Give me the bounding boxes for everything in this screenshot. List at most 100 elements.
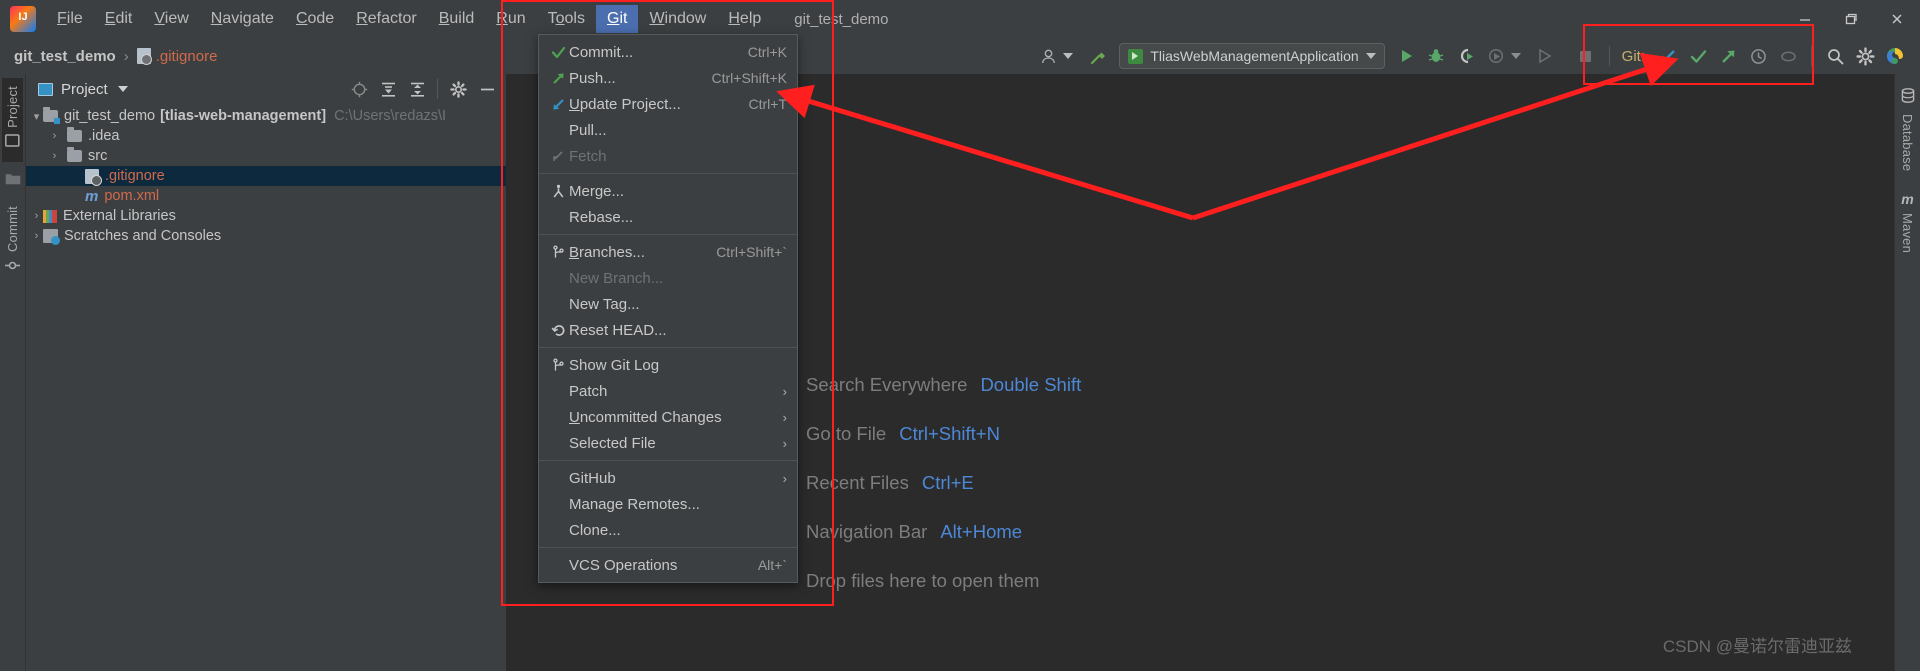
profiler-chevron-down-icon[interactable]: [1510, 53, 1521, 59]
chevron-right-icon[interactable]: ›: [48, 130, 61, 142]
tree-row-idea[interactable]: › .idea: [26, 126, 506, 146]
restore-button[interactable]: [1828, 0, 1874, 38]
git-menu-item-github[interactable]: GitHub ›: [539, 465, 797, 491]
git-menu-item-update-project[interactable]: Update Project... Ctrl+T: [539, 91, 797, 117]
tree-row-external-libraries[interactable]: › External Libraries: [26, 206, 506, 226]
tree-row-scratches-and-consoles[interactable]: › Scratches and Consoles: [26, 226, 506, 246]
tree-row-git-test-demo[interactable]: ▾ git_test_demo [tlias-web-management] C…: [26, 106, 506, 126]
green-up-arrow-icon: [547, 71, 569, 86]
menu-run[interactable]: Run: [485, 5, 536, 33]
hint-navigation-bar: Navigation Bar Alt+Home: [806, 507, 1081, 556]
git-menu-item-merge[interactable]: Merge...: [539, 178, 797, 204]
push-icon[interactable]: [1713, 41, 1743, 71]
avatar-chevron-down-icon[interactable]: [1063, 53, 1074, 59]
theme-icon[interactable]: [1880, 41, 1910, 71]
run-configuration-selector[interactable]: TliasWebManagementApplication: [1119, 43, 1385, 69]
run-coverage-icon[interactable]: [1451, 41, 1481, 71]
hint-drop-files: Drop files here to open them: [806, 556, 1081, 605]
tree-label: Scratches and Consoles: [64, 228, 222, 244]
chevron-right-icon[interactable]: ›: [48, 150, 61, 162]
chevron-right-icon[interactable]: ›: [30, 230, 43, 242]
git-menu-label: Pull...: [569, 121, 607, 139]
branch-icon[interactable]: [1773, 41, 1803, 71]
git-menu-separator: [539, 347, 797, 348]
update-project-icon[interactable]: [1653, 41, 1683, 71]
collapse-all-icon[interactable]: [404, 77, 430, 101]
chevron-right-icon[interactable]: ›: [30, 210, 43, 222]
close-button[interactable]: [1874, 0, 1920, 38]
reset-icon: [547, 323, 569, 338]
chevron-right-icon: ›: [782, 435, 787, 451]
gear-icon[interactable]: [445, 77, 471, 101]
git-menu-item-show-git-log[interactable]: Show Git Log: [539, 352, 797, 378]
intellij-idea-window: File Edit View Navigate Code Refactor Bu…: [0, 0, 1920, 671]
blue-down-arrow-icon: [547, 97, 569, 112]
git-menu-item-clone[interactable]: Clone...: [539, 517, 797, 543]
git-menu-item-pull[interactable]: Pull...: [539, 117, 797, 143]
git-menu-item-rebase[interactable]: Rebase...: [539, 204, 797, 230]
git-menu-item-manage-remotes[interactable]: Manage Remotes...: [539, 491, 797, 517]
tree-label: src: [88, 148, 108, 164]
menu-file[interactable]: File: [46, 5, 94, 33]
git-menu-item-reset-head[interactable]: Reset HEAD...: [539, 317, 797, 343]
intellij-idea-logo-icon: [10, 6, 36, 32]
tree-row-pom-xml[interactable]: m pom.xml: [26, 186, 506, 206]
debug-icon[interactable]: [1421, 41, 1451, 71]
minimize-button[interactable]: [1782, 0, 1828, 38]
git-menu-label: Branches...: [569, 243, 645, 261]
tree-row-src[interactable]: › src: [26, 146, 506, 166]
menu-help[interactable]: Help: [717, 5, 772, 33]
profiler-icon[interactable]: [1481, 41, 1511, 71]
locate-icon[interactable]: [346, 77, 372, 101]
git-menu-label: Manage Remotes...: [569, 495, 700, 513]
git-menu-item-new-tag[interactable]: New Tag...: [539, 291, 797, 317]
git-menu-label: Uncommitted Changes: [569, 408, 722, 426]
git-menu-item-selected-file[interactable]: Selected File ›: [539, 430, 797, 456]
menu-build[interactable]: Build: [428, 5, 486, 33]
sidebar-item-database[interactable]: Database: [1900, 88, 1915, 171]
git-menu-item-push[interactable]: Push... Ctrl+Shift+K: [539, 65, 797, 91]
menu-view[interactable]: View: [143, 5, 199, 33]
git-menu-shortcut: Ctrl+K: [747, 44, 787, 60]
menu-window[interactable]: Window: [638, 5, 717, 33]
hint-go-to-file: Go to File Ctrl+Shift+N: [806, 409, 1081, 458]
commit-icon: [5, 258, 20, 278]
git-menu-separator: [539, 460, 797, 461]
git-menu-item-branches[interactable]: Branches... Ctrl+Shift+`: [539, 239, 797, 265]
git-menu-item-patch[interactable]: Patch ›: [539, 378, 797, 404]
git-toolbar-label: Git:: [1621, 47, 1645, 65]
git-menu-item-uncommitted-changes[interactable]: Uncommitted Changes ›: [539, 404, 797, 430]
run-icon[interactable]: [1391, 41, 1421, 71]
tree-module-name: [tlias-web-management]: [160, 108, 327, 124]
hammer-build-icon[interactable]: [1083, 41, 1113, 71]
breadcrumb-file[interactable]: .gitignore: [156, 48, 218, 65]
chevron-down-icon: [1365, 53, 1376, 59]
sidebar-item-project[interactable]: Project: [2, 78, 23, 162]
tree-row-gitignore[interactable]: .gitignore: [26, 166, 506, 186]
run-selected-icon[interactable]: [1529, 41, 1559, 71]
expand-all-icon[interactable]: [375, 77, 401, 101]
stop-icon[interactable]: [1571, 41, 1601, 71]
sidebar-item-commit[interactable]: Commit: [2, 196, 23, 288]
menu-refactor[interactable]: Refactor: [345, 5, 427, 33]
menu-git[interactable]: Git: [595, 5, 639, 33]
menu-code[interactable]: Code: [285, 5, 345, 33]
history-icon[interactable]: [1743, 41, 1773, 71]
commit-icon[interactable]: [1683, 41, 1713, 71]
hide-panel-icon[interactable]: [474, 77, 500, 101]
breadcrumb-project[interactable]: git_test_demo: [14, 48, 116, 65]
chevron-down-icon[interactable]: ▾: [30, 110, 43, 123]
gear-icon[interactable]: [1850, 41, 1880, 71]
sidebar-item-folder[interactable]: [5, 164, 21, 194]
menu-navigate[interactable]: Navigate: [200, 5, 285, 33]
project-view-chevron-down-icon[interactable]: [117, 86, 128, 92]
branch-icon: [547, 357, 569, 373]
menu-edit[interactable]: Edit: [94, 5, 144, 33]
user-avatar-icon[interactable]: [1033, 41, 1063, 71]
git-menu-item-vcs-operations[interactable]: VCS Operations Alt+`: [539, 552, 797, 578]
search-icon[interactable]: [1820, 41, 1850, 71]
git-menu-item-commit[interactable]: Commit... Ctrl+K: [539, 39, 797, 65]
sidebar-item-maven[interactable]: m Maven: [1900, 191, 1915, 253]
tree-module-path: C:\Users\redazs\I: [334, 108, 447, 124]
menu-tools[interactable]: Tools: [537, 5, 596, 33]
